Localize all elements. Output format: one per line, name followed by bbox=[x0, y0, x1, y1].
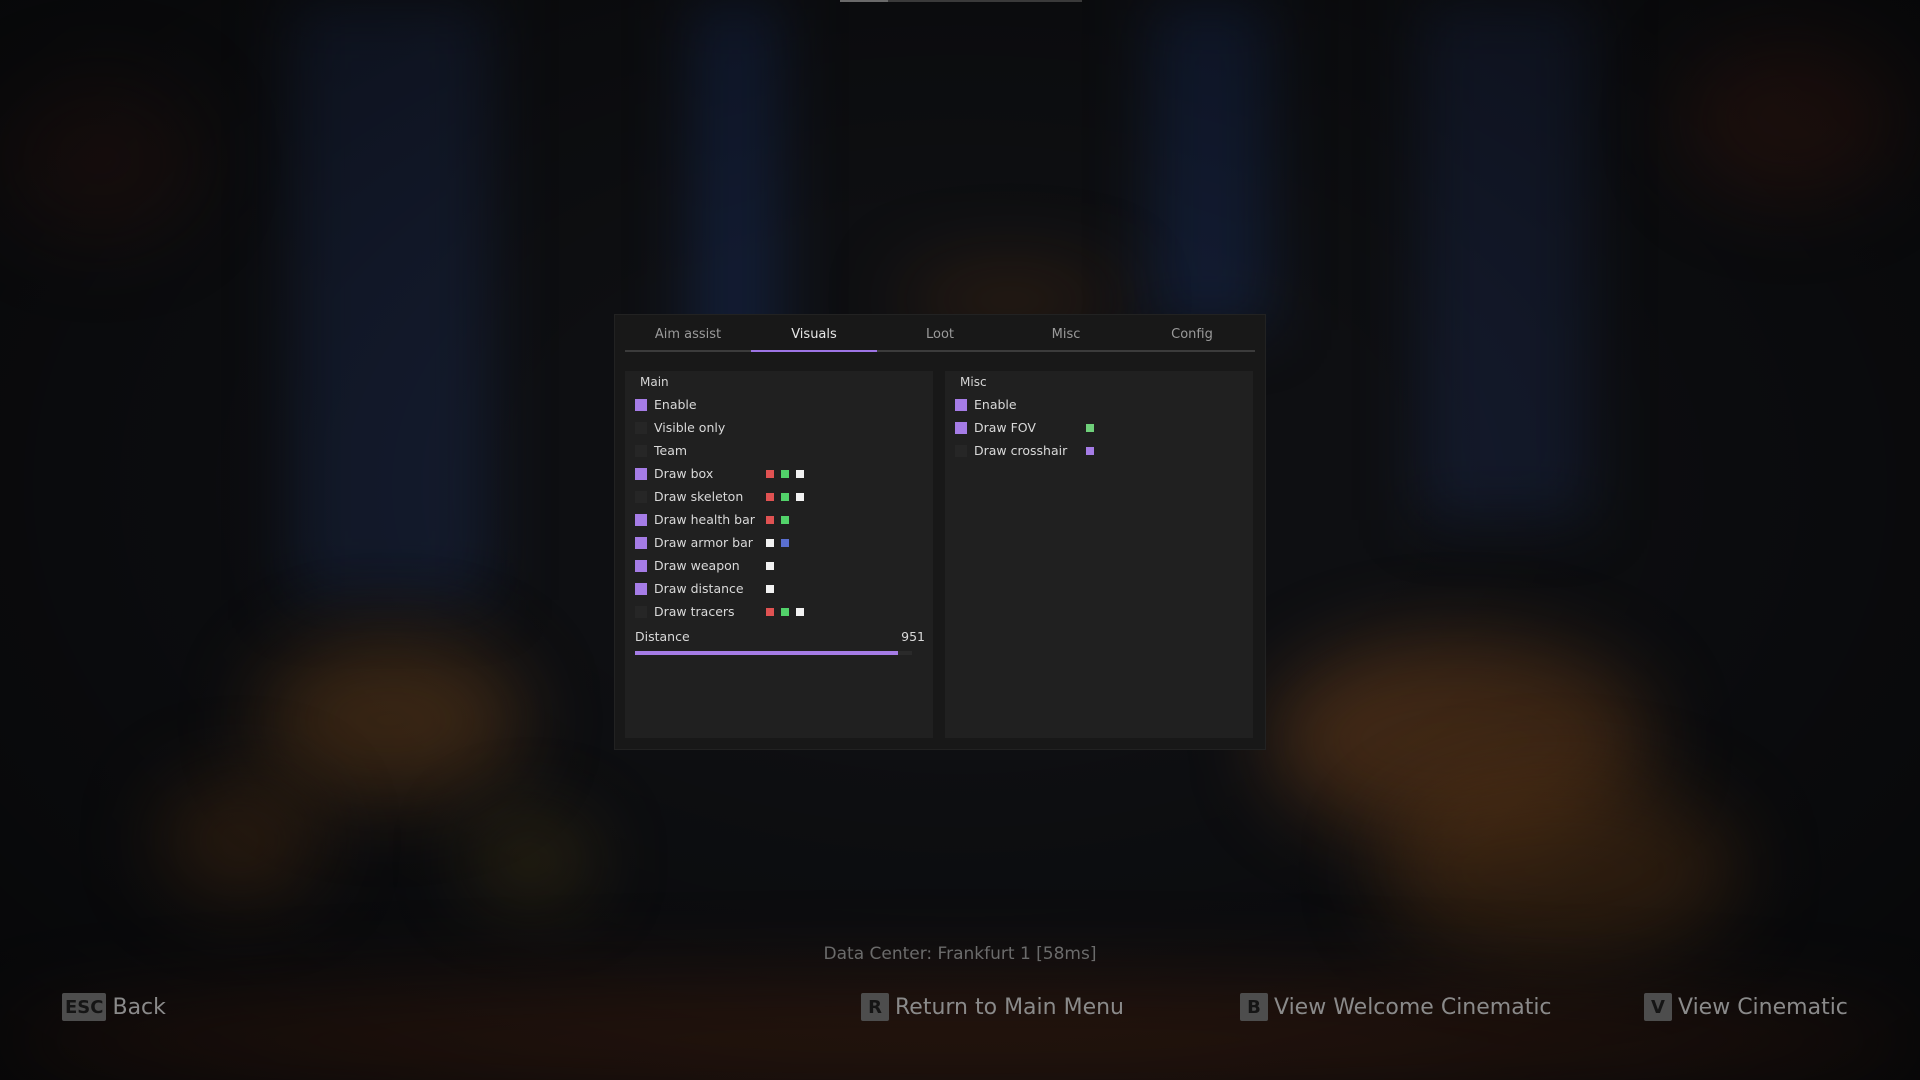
option-draw-health-bar[interactable]: Draw health bar bbox=[635, 508, 804, 531]
tab-loot[interactable]: Loot bbox=[877, 325, 1003, 350]
color-swatch[interactable] bbox=[781, 607, 789, 616]
draw-armor-bar-label: Draw armor bar bbox=[654, 535, 753, 550]
return-to-main-menu-button[interactable]: R Return to Main Menu bbox=[861, 993, 1124, 1021]
draw-crosshair-color-swatches bbox=[1086, 446, 1094, 455]
option-visible-only[interactable]: Visible only bbox=[635, 416, 804, 439]
enable-label: Enable bbox=[654, 397, 697, 412]
color-swatch[interactable] bbox=[781, 492, 789, 501]
option-team[interactable]: Team bbox=[635, 439, 804, 462]
draw-health-bar-checkbox[interactable] bbox=[635, 513, 647, 526]
distance-slider[interactable]: Distance 951 bbox=[635, 629, 925, 659]
option-draw-box[interactable]: Draw box bbox=[635, 462, 804, 485]
visible-only-checkbox[interactable] bbox=[635, 421, 647, 434]
draw-box-label: Draw box bbox=[654, 466, 714, 481]
top-progress-segment bbox=[840, 0, 888, 2]
color-swatch[interactable] bbox=[1086, 446, 1094, 455]
option-draw-armor-bar[interactable]: Draw armor bar bbox=[635, 531, 804, 554]
cheat-menu-window: Aim assist Visuals Loot Misc Config Main… bbox=[614, 314, 1266, 750]
return-to-main-menu-label: Return to Main Menu bbox=[895, 994, 1124, 1020]
option-draw-weapon[interactable]: Draw weapon bbox=[635, 554, 804, 577]
team-label: Team bbox=[654, 443, 688, 458]
back-button[interactable]: ESC Back bbox=[62, 993, 166, 1021]
tab-config[interactable]: Config bbox=[1129, 325, 1255, 350]
draw-armor-bar-checkbox[interactable] bbox=[635, 536, 647, 549]
draw-weapon-color-swatches bbox=[766, 561, 774, 570]
visible-only-label: Visible only bbox=[654, 420, 726, 435]
draw-armor-bar-color-swatches bbox=[766, 538, 789, 547]
view-cinematic-button[interactable]: V View Cinematic bbox=[1644, 993, 1848, 1021]
draw-tracers-color-swatches bbox=[766, 607, 804, 616]
b-key-icon: B bbox=[1240, 993, 1268, 1021]
enable-checkbox[interactable] bbox=[635, 398, 647, 411]
draw-weapon-checkbox[interactable] bbox=[635, 559, 647, 572]
color-swatch[interactable] bbox=[796, 607, 804, 616]
option-draw-distance[interactable]: Draw distance bbox=[635, 577, 804, 600]
color-swatch[interactable] bbox=[766, 515, 774, 524]
enable-label: Enable bbox=[974, 397, 1017, 412]
draw-weapon-label: Draw weapon bbox=[654, 558, 740, 573]
r-key-icon: R bbox=[861, 993, 889, 1021]
distance-slider-track[interactable] bbox=[635, 651, 912, 655]
view-cinematic-label: View Cinematic bbox=[1678, 994, 1848, 1020]
tab-misc[interactable]: Misc bbox=[1003, 325, 1129, 350]
color-swatch[interactable] bbox=[766, 561, 774, 570]
color-swatch[interactable] bbox=[796, 492, 804, 501]
draw-skeleton-label: Draw skeleton bbox=[654, 489, 744, 504]
draw-crosshair-label: Draw crosshair bbox=[974, 443, 1068, 458]
draw-distance-label: Draw distance bbox=[654, 581, 744, 596]
draw-health-bar-color-swatches bbox=[766, 515, 789, 524]
option-draw-crosshair[interactable]: Draw crosshair bbox=[955, 439, 1094, 462]
main-panel: Main Enable Visible only Team Draw box Draw … bbox=[625, 371, 933, 738]
color-swatch[interactable] bbox=[766, 607, 774, 616]
back-label: Back bbox=[112, 994, 166, 1020]
tab-bar: Aim assist Visuals Loot Misc Config bbox=[625, 325, 1255, 352]
draw-distance-checkbox[interactable] bbox=[635, 582, 647, 595]
draw-fov-color-swatches bbox=[1086, 423, 1094, 432]
color-swatch[interactable] bbox=[781, 515, 789, 524]
view-welcome-cinematic-label: View Welcome Cinematic bbox=[1274, 994, 1552, 1020]
color-swatch[interactable] bbox=[766, 492, 774, 501]
view-welcome-cinematic-button[interactable]: B View Welcome Cinematic bbox=[1240, 993, 1552, 1021]
tab-aim-assist[interactable]: Aim assist bbox=[625, 325, 751, 350]
color-swatch[interactable] bbox=[781, 469, 789, 478]
datacenter-info: Data Center: Frankfurt 1 [58ms] bbox=[823, 944, 1097, 964]
draw-distance-color-swatches bbox=[766, 584, 774, 593]
tab-visuals[interactable]: Visuals bbox=[751, 325, 877, 352]
draw-box-checkbox[interactable] bbox=[635, 467, 647, 480]
draw-fov-label: Draw FOV bbox=[974, 420, 1036, 435]
draw-skeleton-checkbox[interactable] bbox=[635, 490, 647, 503]
color-swatch[interactable] bbox=[796, 469, 804, 478]
color-swatch[interactable] bbox=[766, 538, 774, 547]
option-draw-skeleton[interactable]: Draw skeleton bbox=[635, 485, 804, 508]
color-swatch[interactable] bbox=[766, 584, 774, 593]
enable-checkbox[interactable] bbox=[955, 398, 967, 411]
main-panel-title: Main bbox=[640, 375, 669, 389]
team-checkbox[interactable] bbox=[635, 444, 647, 457]
option-enable[interactable]: Enable bbox=[635, 393, 804, 416]
draw-tracers-checkbox[interactable] bbox=[635, 605, 647, 618]
misc-panel-title: Misc bbox=[960, 375, 987, 389]
draw-box-color-swatches bbox=[766, 469, 804, 478]
option-draw-fov[interactable]: Draw FOV bbox=[955, 416, 1094, 439]
color-swatch[interactable] bbox=[766, 469, 774, 478]
v-key-icon: V bbox=[1644, 993, 1672, 1021]
draw-skeleton-color-swatches bbox=[766, 492, 804, 501]
main-option-list: Enable Visible only Team Draw box Draw skele… bbox=[635, 393, 804, 623]
esc-key-icon: ESC bbox=[62, 993, 107, 1021]
draw-health-bar-label: Draw health bar bbox=[654, 512, 755, 527]
color-swatch[interactable] bbox=[1086, 423, 1094, 432]
draw-fov-checkbox[interactable] bbox=[955, 421, 967, 434]
misc-option-list: Enable Draw FOV Draw crosshair bbox=[955, 393, 1094, 462]
distance-slider-value: 951 bbox=[901, 629, 925, 644]
option-enable[interactable]: Enable bbox=[955, 393, 1094, 416]
draw-tracers-label: Draw tracers bbox=[654, 604, 735, 619]
draw-crosshair-checkbox[interactable] bbox=[955, 444, 967, 457]
option-draw-tracers[interactable]: Draw tracers bbox=[635, 600, 804, 623]
distance-slider-fill bbox=[635, 651, 899, 655]
misc-panel: Misc Enable Draw FOV Draw crosshair bbox=[945, 371, 1253, 738]
distance-slider-label: Distance bbox=[635, 629, 690, 644]
color-swatch[interactable] bbox=[781, 538, 789, 547]
top-progress-line bbox=[840, 0, 1082, 2]
